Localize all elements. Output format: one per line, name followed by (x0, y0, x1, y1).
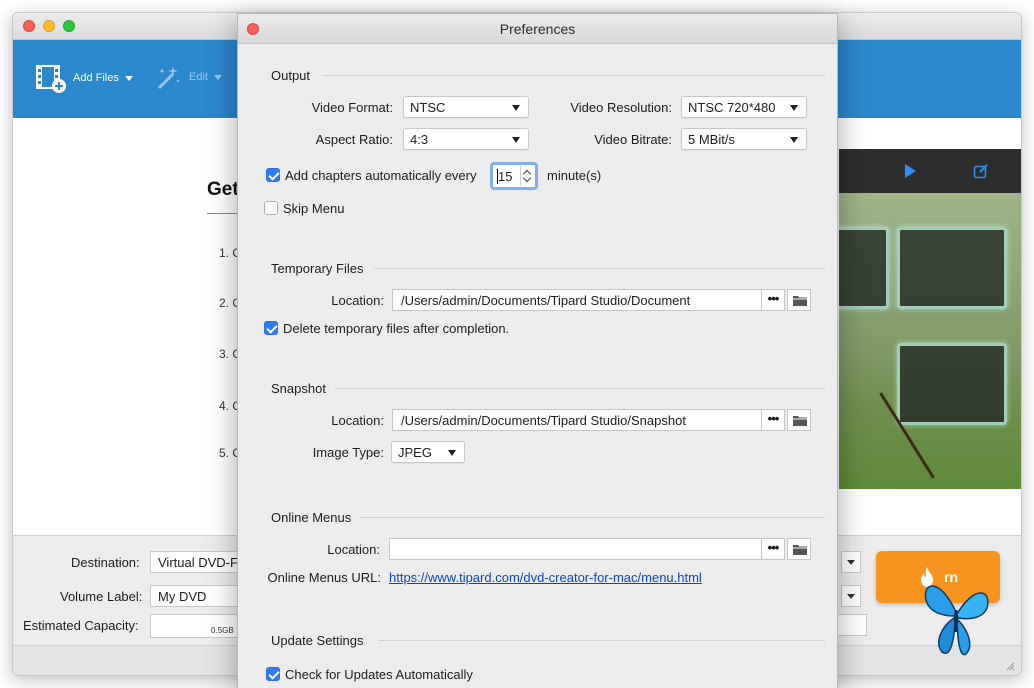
edit-button[interactable]: Edit (153, 62, 222, 92)
video-format-label: Video Format: (311, 100, 393, 115)
preferences-dialog: Preferences Output Video Format: NTSC Vi… (237, 13, 838, 688)
video-bitrate-label: Video Bitrate: (594, 132, 672, 147)
online-menus-location-label: Location: (327, 542, 380, 557)
minimize-window-button[interactable] (43, 20, 55, 32)
online-menus-url-link[interactable]: https://www.tipard.com/dvd-creator-for-m… (389, 570, 702, 585)
chapter-minutes-stepper[interactable]: 15 (490, 162, 538, 190)
aspect-ratio-select[interactable]: 4:3 (403, 128, 529, 150)
resize-grip-icon[interactable] (1005, 661, 1015, 671)
destination-dropdown-arrow[interactable] (841, 551, 861, 573)
video-bitrate-value: 5 MBit/s (688, 132, 735, 147)
online-menus-section-heading: Online Menus (271, 510, 352, 525)
snapshot-open-folder-button[interactable] (787, 409, 811, 431)
dvd-type-dropdown-arrow[interactable] (841, 585, 861, 607)
section-divider (360, 517, 825, 518)
dialog-title: Preferences (499, 21, 576, 37)
zoom-window-button[interactable] (63, 20, 75, 32)
video-resolution-label: Video Resolution: (570, 100, 672, 115)
menu-preview-image (839, 193, 1021, 489)
capacity-select[interactable] (833, 614, 867, 636)
chevron-down-icon (124, 75, 133, 81)
aspect-ratio-label: Aspect Ratio: (315, 132, 393, 147)
folder-icon (793, 296, 807, 306)
temp-open-folder-button[interactable] (787, 289, 811, 311)
online-menus-open-folder-button[interactable] (787, 538, 811, 560)
butterfly-icon (924, 585, 989, 656)
destination-label: Destination: (71, 555, 140, 570)
stepper-arrows[interactable] (520, 166, 534, 186)
add-chapters-checkbox[interactable] (266, 168, 280, 182)
chevron-down-icon (790, 137, 798, 143)
close-window-button[interactable] (23, 20, 35, 32)
magic-wand-icon (157, 66, 180, 90)
delete-temp-files-checkbox[interactable] (264, 321, 278, 335)
online-menus-location-input[interactable] (389, 538, 762, 560)
folder-icon (793, 545, 807, 555)
menu-thumbnail[interactable] (897, 227, 1007, 309)
chevron-down-icon (213, 74, 222, 80)
section-divider (378, 640, 825, 641)
chapter-minutes-value: 15 (498, 169, 513, 184)
add-files-icon (36, 65, 66, 93)
snapshot-location-label: Location: (331, 413, 384, 428)
temp-location-label: Location: (331, 293, 384, 308)
skip-menu-checkbox[interactable] (264, 201, 278, 215)
video-resolution-value: NTSC 720*480 (688, 100, 776, 115)
chevron-down-icon (448, 450, 456, 456)
menu-thumbnail[interactable] (839, 227, 889, 309)
video-resolution-select[interactable]: NTSC 720*480 (681, 96, 807, 118)
output-section-heading: Output (271, 68, 311, 83)
edit-label: Edit (189, 71, 208, 83)
aspect-ratio-value: 4:3 (410, 132, 429, 147)
add-files-label: Add Files (73, 72, 119, 84)
add-files-button[interactable]: Add Files (35, 62, 133, 94)
video-format-select[interactable]: NTSC (403, 96, 529, 118)
capacity-bar: 0.5GB (150, 614, 250, 638)
chevron-down-icon (512, 137, 520, 143)
video-bitrate-select[interactable]: 5 MBit/s (681, 128, 807, 150)
online-menus-url-label: Online Menus URL: (267, 570, 381, 585)
volume-label-input[interactable]: My DVD (150, 585, 250, 607)
skip-menu-label: Skip Menu (283, 201, 345, 216)
edit-menu-icon[interactable] (973, 163, 989, 179)
play-icon[interactable] (903, 163, 917, 179)
temp-browse-dots-button[interactable]: ••• (761, 289, 785, 311)
image-type-label: Image Type: (312, 445, 384, 460)
check-updates-checkbox[interactable] (266, 667, 280, 681)
chevron-down-icon (512, 105, 520, 111)
preview-control-bar (839, 149, 1021, 193)
section-divider (335, 388, 825, 389)
temp-location-input[interactable]: /Users/admin/Documents/Tipard Studio/Doc… (392, 289, 762, 311)
volume-label-label: Volume Label: (60, 589, 143, 604)
folder-icon (793, 416, 807, 426)
destination-select[interactable]: Virtual DVD-F (150, 551, 250, 573)
chevron-down-icon (790, 105, 798, 111)
video-format-value: NTSC (410, 100, 446, 115)
check-updates-label: Check for Updates Automatically (285, 667, 473, 682)
add-chapters-label: Add chapters automatically every (285, 168, 477, 183)
menu-thumbnail[interactable] (897, 343, 1007, 425)
estimated-capacity-label: Estimated Capacity: (23, 618, 139, 633)
minutes-unit-label: minute(s) (547, 168, 602, 183)
guide-title: Get (207, 179, 239, 200)
section-divider (374, 268, 825, 269)
image-type-value: JPEG (398, 445, 432, 460)
update-settings-section-heading: Update Settings (271, 633, 364, 648)
preferences-titlebar: Preferences (238, 14, 837, 44)
section-divider (322, 75, 825, 76)
snapshot-location-input[interactable]: /Users/admin/Documents/Tipard Studio/Sna… (392, 409, 762, 431)
snapshot-section-heading: Snapshot (271, 381, 326, 396)
delete-temp-files-label: Delete temporary files after completion. (283, 321, 510, 336)
online-menus-browse-dots-button[interactable]: ••• (761, 538, 785, 560)
image-type-select[interactable]: JPEG (391, 441, 465, 463)
snapshot-browse-dots-button[interactable]: ••• (761, 409, 785, 431)
capacity-tick-label: 0.5GB (211, 626, 234, 635)
temporary-files-section-heading: Temporary Files (271, 261, 364, 276)
